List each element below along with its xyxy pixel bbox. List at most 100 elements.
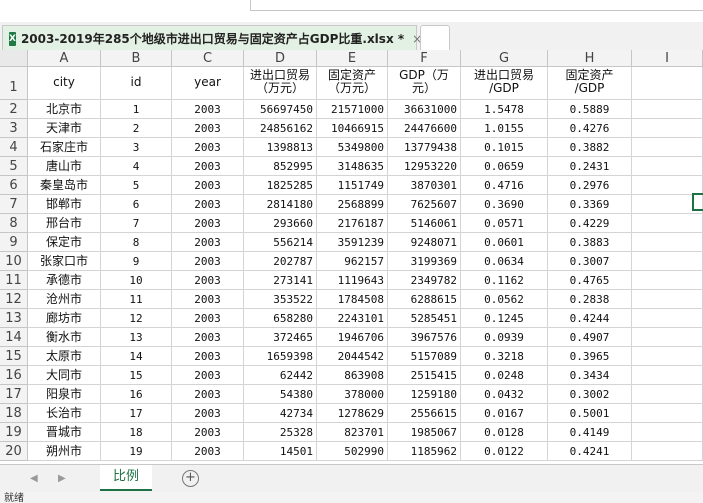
row-header[interactable]: 11 (0, 271, 28, 290)
gdp-cell[interactable]: 5146061 (388, 214, 461, 233)
id-cell[interactable]: 10 (101, 271, 172, 290)
column-header-h[interactable]: H (548, 50, 632, 67)
fixed-ratio-cell[interactable]: 0.3883 (548, 233, 632, 252)
column-header-f[interactable]: F (388, 50, 461, 67)
trade-cell[interactable]: 1825285 (244, 176, 317, 195)
fixed-ratio-cell[interactable]: 0.5001 (548, 404, 632, 423)
city-cell[interactable]: 廊坊市 (28, 309, 101, 328)
fixed-ratio-cell[interactable]: 0.3965 (548, 347, 632, 366)
id-cell[interactable]: 16 (101, 385, 172, 404)
gdp-cell[interactable]: 1185962 (388, 442, 461, 461)
city-cell[interactable]: 阳泉市 (28, 385, 101, 404)
empty-cell[interactable] (632, 138, 703, 157)
gdp-cell[interactable]: 5157089 (388, 347, 461, 366)
trade-ratio-cell[interactable]: 0.4716 (461, 176, 548, 195)
fixed-ratio-cell[interactable]: 0.4244 (548, 309, 632, 328)
empty-cell[interactable] (632, 214, 703, 233)
row-header[interactable]: 6 (0, 176, 28, 195)
trade-cell[interactable]: 56697450 (244, 100, 317, 119)
year-cell[interactable]: 2003 (172, 423, 244, 442)
fixed-ratio-cell[interactable]: 0.4149 (548, 423, 632, 442)
year-cell[interactable]: 2003 (172, 157, 244, 176)
id-cell[interactable]: 13 (101, 328, 172, 347)
year-cell[interactable]: 2003 (172, 328, 244, 347)
gdp-cell[interactable]: 2515415 (388, 366, 461, 385)
trade-ratio-cell[interactable]: 0.0122 (461, 442, 548, 461)
year-cell[interactable]: 2003 (172, 176, 244, 195)
gdp-cell[interactable]: 6288615 (388, 290, 461, 309)
year-cell[interactable]: 2003 (172, 233, 244, 252)
fixed-ratio-cell[interactable]: 0.5889 (548, 100, 632, 119)
fixed-asset-cell[interactable]: 962157 (317, 252, 388, 271)
city-cell[interactable]: 晋城市 (28, 423, 101, 442)
trade-ratio-cell[interactable]: 0.1015 (461, 138, 548, 157)
id-cell[interactable]: 9 (101, 252, 172, 271)
row-header[interactable]: 7 (0, 195, 28, 214)
trade-ratio-cell[interactable]: 1.0155 (461, 119, 548, 138)
fixed-asset-cell[interactable]: 1946706 (317, 328, 388, 347)
trade-cell[interactable]: 14501 (244, 442, 317, 461)
empty-cell[interactable] (632, 271, 703, 290)
row-header[interactable]: 1 (0, 67, 28, 100)
gdp-cell[interactable]: 3967576 (388, 328, 461, 347)
document-tab[interactable]: X 2003-2019年285个地级市进出口贸易与固定资产占GDP比重.xlsx… (2, 25, 422, 51)
header-cell-h[interactable]: 固定资产 /GDP (548, 67, 632, 100)
year-cell[interactable]: 2003 (172, 271, 244, 290)
row-header[interactable]: 18 (0, 404, 28, 423)
gdp-cell[interactable]: 3870301 (388, 176, 461, 195)
fixed-asset-cell[interactable]: 1119643 (317, 271, 388, 290)
fixed-ratio-cell[interactable]: 0.4241 (548, 442, 632, 461)
empty-cell[interactable] (632, 309, 703, 328)
trade-cell[interactable]: 2814180 (244, 195, 317, 214)
empty-cell[interactable] (632, 252, 703, 271)
gdp-cell[interactable]: 12953220 (388, 157, 461, 176)
id-cell[interactable]: 14 (101, 347, 172, 366)
fixed-asset-cell[interactable]: 5349800 (317, 138, 388, 157)
trade-ratio-cell[interactable]: 0.0248 (461, 366, 548, 385)
fixed-asset-cell[interactable]: 3591239 (317, 233, 388, 252)
new-tab-button[interactable] (420, 25, 450, 50)
id-cell[interactable]: 1 (101, 100, 172, 119)
year-cell[interactable]: 2003 (172, 404, 244, 423)
fixed-asset-cell[interactable]: 21571000 (317, 100, 388, 119)
row-header[interactable]: 3 (0, 119, 28, 138)
trade-ratio-cell[interactable]: 1.5478 (461, 100, 548, 119)
header-cell-i[interactable] (632, 67, 703, 100)
trade-cell[interactable]: 372465 (244, 328, 317, 347)
header-cell-e[interactable]: 固定资产 （万元） (317, 67, 388, 100)
row-header[interactable]: 12 (0, 290, 28, 309)
gdp-cell[interactable]: 2556615 (388, 404, 461, 423)
trade-ratio-cell[interactable]: 0.0659 (461, 157, 548, 176)
trade-ratio-cell[interactable]: 0.0571 (461, 214, 548, 233)
header-cell-a[interactable]: city (28, 67, 101, 100)
formula-input[interactable] (250, 0, 703, 11)
gdp-cell[interactable]: 7625607 (388, 195, 461, 214)
city-cell[interactable]: 沧州市 (28, 290, 101, 309)
sheet-tab[interactable]: 比例 (100, 465, 152, 491)
column-header-b[interactable]: B (101, 50, 172, 67)
fixed-asset-cell[interactable]: 823701 (317, 423, 388, 442)
empty-cell[interactable] (632, 423, 703, 442)
fixed-asset-cell[interactable]: 863908 (317, 366, 388, 385)
id-cell[interactable]: 15 (101, 366, 172, 385)
column-header-g[interactable]: G (461, 50, 548, 67)
year-cell[interactable]: 2003 (172, 347, 244, 366)
fixed-asset-cell[interactable]: 1278629 (317, 404, 388, 423)
header-cell-d[interactable]: 进出口贸易 （万元） (244, 67, 317, 100)
trade-cell[interactable]: 852995 (244, 157, 317, 176)
row-header[interactable]: 10 (0, 252, 28, 271)
city-cell[interactable]: 邢台市 (28, 214, 101, 233)
fixed-ratio-cell[interactable]: 0.3007 (548, 252, 632, 271)
add-sheet-icon[interactable]: + (182, 470, 199, 487)
sheet-prev-icon[interactable]: ◀ (30, 473, 38, 484)
id-cell[interactable]: 17 (101, 404, 172, 423)
row-header[interactable]: 5 (0, 157, 28, 176)
row-header[interactable]: 13 (0, 309, 28, 328)
fixed-asset-cell[interactable]: 2568899 (317, 195, 388, 214)
fixed-ratio-cell[interactable]: 0.2976 (548, 176, 632, 195)
city-cell[interactable]: 衡水市 (28, 328, 101, 347)
fixed-ratio-cell[interactable]: 0.2838 (548, 290, 632, 309)
id-cell[interactable]: 5 (101, 176, 172, 195)
row-header[interactable]: 15 (0, 347, 28, 366)
trade-cell[interactable]: 24856162 (244, 119, 317, 138)
